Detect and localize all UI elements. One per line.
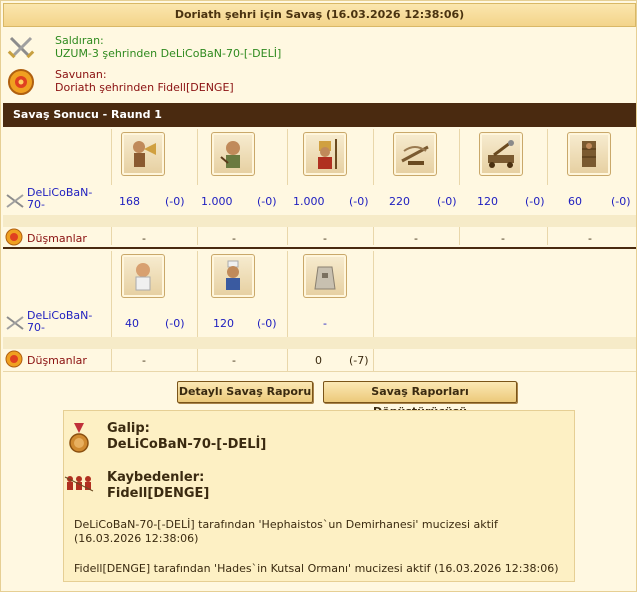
unit-cook-icon [211, 254, 255, 298]
winner-label: Galip: [107, 421, 150, 436]
shield-icon [5, 350, 23, 368]
row-band [3, 337, 636, 349]
unit-count: - [323, 317, 327, 330]
attacker-label: Saldıran: [55, 34, 104, 47]
unit-count: 120 [213, 317, 234, 330]
medal-icon [68, 423, 90, 455]
unit-delta: (-0) [349, 195, 369, 208]
unit-wall-icon [303, 254, 347, 298]
unit-trumpeter-icon [121, 132, 165, 176]
enemy-count: 0 [315, 354, 322, 367]
report-converter-button[interactable]: Savaş Raporları Dönüştürücüsü [323, 381, 517, 418]
defender-info: Savunan: Doriath şehrinden Fidell[DENGE] [5, 65, 625, 99]
unit-catapult-icon [479, 132, 523, 176]
enemy-count: - [232, 354, 236, 367]
unit-count: 120 [477, 195, 498, 208]
detailed-report-button[interactable]: Detaylı Savaş Raporu [177, 381, 313, 403]
row-band [3, 215, 636, 227]
unit-delta: (-0) [257, 317, 277, 330]
divider [287, 251, 288, 371]
divider [111, 251, 112, 371]
unit-count: 1.000 [201, 195, 233, 208]
battle-report-window: Doriath şehri için Savaş (16.03.2026 12:… [0, 0, 637, 592]
unit-count: 220 [389, 195, 410, 208]
unit-delta: (-0) [611, 195, 631, 208]
enemy-delta: (-7) [349, 354, 369, 367]
unit-slinger-icon [211, 132, 255, 176]
unit-hoplite-icon [303, 132, 347, 176]
unit-ballista-icon [393, 132, 437, 176]
unit-count: 40 [125, 317, 139, 330]
attacker-value[interactable]: UZUM-3 şehrinden DeLiCoBaN-70-[-DELİ] [55, 47, 281, 60]
loser-name: Fidell[DENGE] [107, 486, 210, 501]
enemy-count: - [142, 232, 146, 245]
crossed-swords-icon [7, 34, 35, 62]
unit-count: 168 [119, 195, 140, 208]
battle-summary: Galip: DeLiCoBaN-70-[-DELİ] Kaybedenler:… [63, 410, 575, 582]
unit-doctor-icon [121, 254, 165, 298]
attacker-name-link[interactable]: DeLiCoBaN-70- [27, 187, 97, 211]
unit-delta: (-0) [257, 195, 277, 208]
round-title: Savaş Sonucu - Raund 1 [3, 103, 636, 127]
loser-label: Kaybedenler: [107, 470, 205, 485]
unit-delta: (-0) [437, 195, 457, 208]
unit-delta: (-0) [525, 195, 545, 208]
enemy-count: - [323, 232, 327, 245]
divider [3, 371, 636, 372]
fallen-soldiers-icon [64, 471, 94, 495]
unit-count: 60 [568, 195, 582, 208]
attacker-info: Saldıran: UZUM-3 şehrinden DeLiCoBaN-70-… [5, 31, 625, 65]
unit-siege-tower-icon [567, 132, 611, 176]
section-divider [3, 247, 636, 249]
crossed-swords-icon [5, 191, 25, 211]
enemies-label: Düşmanlar [27, 354, 87, 367]
crossed-swords-icon [5, 313, 25, 333]
enemies-label: Düşmanlar [27, 232, 87, 245]
page-title: Doriath şehri için Savaş (16.03.2026 12:… [3, 3, 636, 27]
unit-delta: (-0) [165, 195, 185, 208]
enemy-count: - [232, 232, 236, 245]
shield-icon [5, 228, 23, 246]
shield-icon [7, 68, 35, 96]
enemy-count: - [501, 232, 505, 245]
divider [197, 251, 198, 371]
enemy-count: - [588, 232, 592, 245]
attacker-wonder-note: DeLiCoBaN-70-[-DELİ] tarafından 'Hephais… [74, 518, 498, 545]
unit-count: 1.000 [293, 195, 325, 208]
attacker-name-link[interactable]: DeLiCoBaN-70- [27, 310, 97, 334]
enemy-count: - [414, 232, 418, 245]
winner-name: DeLiCoBaN-70-[-DELİ] [107, 437, 267, 452]
enemy-count: - [142, 354, 146, 367]
defender-value[interactable]: Doriath şehrinden Fidell[DENGE] [55, 81, 234, 94]
defender-wonder-note: Fidell[DENGE] tarafından 'Hades`in Kutsa… [74, 562, 559, 575]
defender-label: Savunan: [55, 68, 107, 81]
unit-delta: (-0) [165, 317, 185, 330]
divider [373, 251, 374, 371]
